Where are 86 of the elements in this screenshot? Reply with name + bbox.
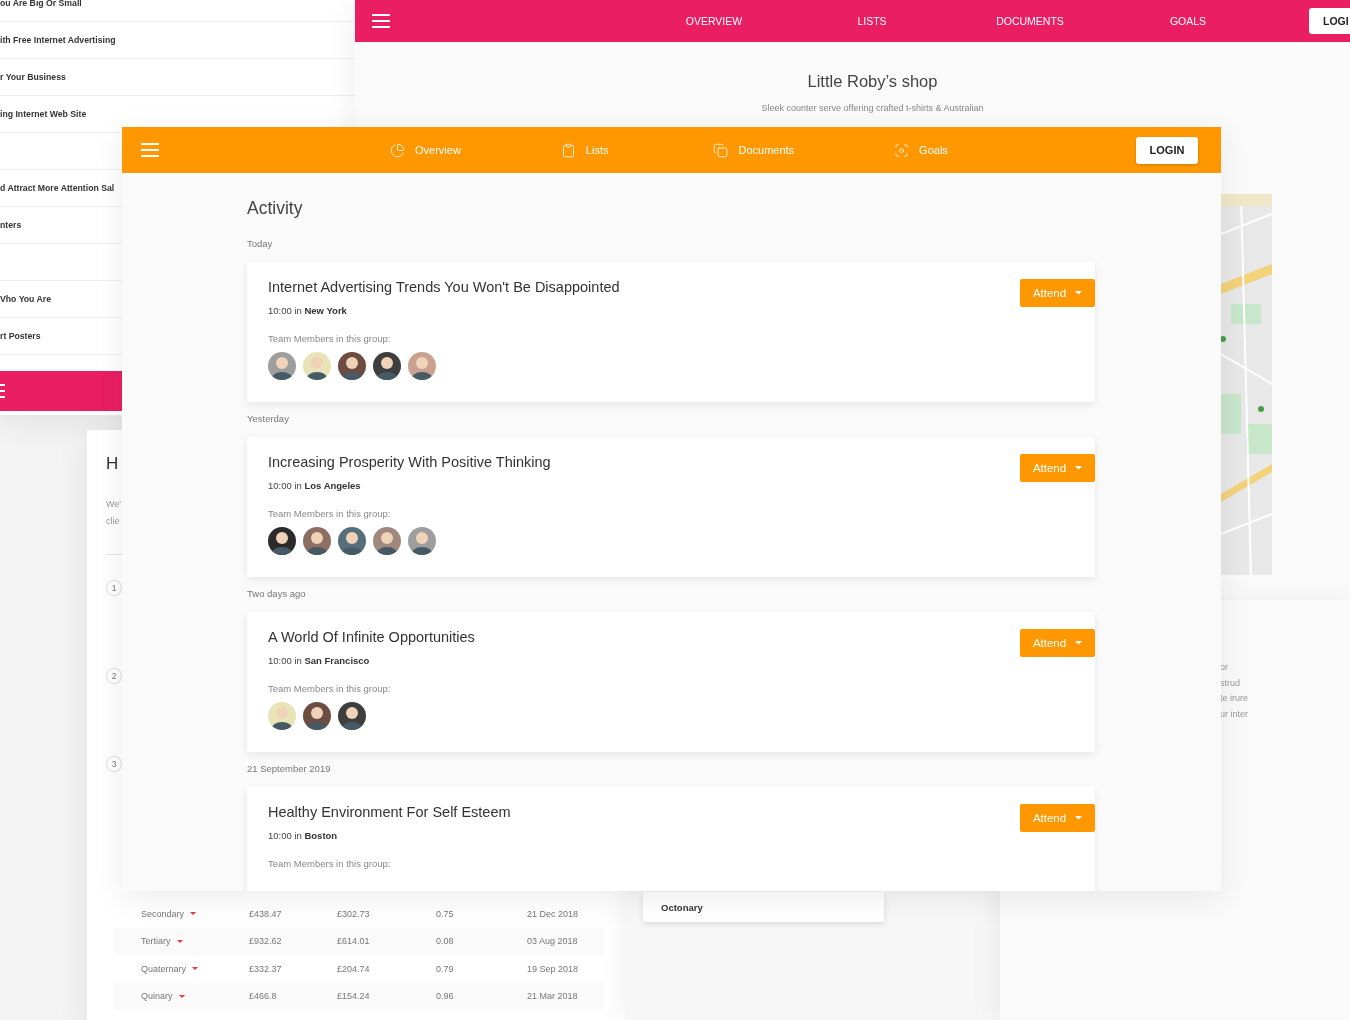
pie-chart-icon xyxy=(390,142,405,158)
description-text: We' xyxy=(106,498,122,511)
login-button[interactable]: LOGI xyxy=(1309,8,1350,34)
table-cell-text: £154.24 xyxy=(337,991,371,1002)
avatar xyxy=(338,702,366,730)
table-cell-text: £614.01 xyxy=(337,936,371,947)
event-title: Internet Advertising Trends You Won't Be Disappointed xyxy=(268,279,620,295)
menu-icon[interactable] xyxy=(0,384,5,398)
table-cell-text: £204.74 xyxy=(337,963,371,974)
paragraph-line: ur inter xyxy=(1220,708,1249,722)
focus-icon xyxy=(894,142,910,158)
table-cell: Quinary xyxy=(141,991,249,1002)
caret-icon xyxy=(176,939,183,943)
list-item[interactable]: d Attract More Attention Sal xyxy=(0,183,115,193)
table-cell-text: £332.37 xyxy=(249,963,283,974)
avatar xyxy=(268,352,296,380)
avatar xyxy=(373,352,401,380)
caret-icon xyxy=(178,994,185,998)
avatar xyxy=(338,352,366,380)
event-title: Increasing Prosperity With Positive Thinking xyxy=(268,454,551,470)
event-time: 10:00 in Los Angeles xyxy=(268,480,362,491)
avatar xyxy=(303,527,331,555)
event-time: 10:00 in New York xyxy=(268,305,348,316)
event-title: Healthy Environment For Self Esteem xyxy=(268,804,511,820)
nav-link[interactable]: OVERVIEW xyxy=(635,15,793,27)
nav-link[interactable]: DOCUMENTS xyxy=(951,15,1109,27)
date-label: Today xyxy=(247,238,274,249)
table-cell-text: 21 Mar 2018 xyxy=(527,991,579,1002)
caret-icon xyxy=(192,967,199,971)
list-item[interactable]: ith Free Internet Advertising xyxy=(0,35,116,45)
event-title: A World Of Infinite Opportunities xyxy=(268,629,475,645)
list-card[interactable]: Octonary xyxy=(643,892,884,922)
table-cell-text: 03 Aug 2018 xyxy=(527,936,579,947)
avatar xyxy=(268,527,296,555)
caret-icon xyxy=(1075,816,1083,820)
avatar xyxy=(408,352,436,380)
copy-icon xyxy=(713,142,729,158)
avatar xyxy=(338,527,366,555)
table-cell: Secondary xyxy=(141,908,249,919)
caret-icon xyxy=(190,912,197,916)
table-cell-text: 0.08 xyxy=(436,936,455,947)
list-item[interactable]: nters xyxy=(0,220,22,230)
shop-description: Sleek counter serve offering crafted t-shirts & Australian xyxy=(760,103,985,113)
table-cell: Tertiary xyxy=(141,936,249,947)
date-label: Two days ago xyxy=(247,588,307,599)
nav-link[interactable]: LISTS xyxy=(793,15,951,27)
avatar xyxy=(268,702,296,730)
table-cell: Quaternary xyxy=(141,963,249,974)
nav-link[interactable]: GOALS xyxy=(1109,15,1267,27)
table-cell-text: 21 Dec 2018 xyxy=(527,908,580,919)
caret-icon xyxy=(1075,641,1083,645)
avatar xyxy=(373,527,401,555)
event-time: 10:00 in San Francisco xyxy=(268,655,371,666)
menu-icon[interactable] xyxy=(372,14,390,28)
table-cell-text: £466.8 xyxy=(249,991,278,1002)
event-time: 10:00 in Boston xyxy=(268,830,339,841)
page-title: Activity xyxy=(247,198,304,219)
members-label: Team Members in this group: xyxy=(268,858,392,869)
list-item[interactable]: ou Are Big Or Small xyxy=(0,0,82,8)
avatar xyxy=(303,702,331,730)
members-label: Team Members in this group: xyxy=(268,508,392,519)
members-label: Team Members in this group: xyxy=(268,683,392,694)
shop-title: Little Roby’s shop xyxy=(806,72,939,91)
list-item[interactable]: r Your Business xyxy=(0,72,66,82)
date-label: 21 September 2019 xyxy=(247,763,332,774)
date-label: Yesterday xyxy=(247,413,290,424)
members-label: Team Members in this group: xyxy=(268,333,392,344)
avatar xyxy=(408,527,436,555)
login-button[interactable]: LOGIN xyxy=(1136,136,1198,164)
avatar xyxy=(303,352,331,380)
description-text: clie xyxy=(106,515,120,528)
table-cell-text: £932.62 xyxy=(249,936,283,947)
caret-icon xyxy=(1075,291,1083,295)
table-cell-text: £302.73 xyxy=(337,908,371,919)
table-cell-text: 0.79 xyxy=(436,963,455,974)
clipboard-icon xyxy=(560,142,576,158)
table-cell-text: 0.96 xyxy=(436,991,455,1002)
table-cell-text: 19 Sep 2018 xyxy=(527,963,580,974)
list-item[interactable]: rt Posters xyxy=(0,331,41,341)
section-title: H xyxy=(106,454,119,474)
list-item[interactable]: ing Internet Web Site xyxy=(0,109,87,119)
paragraph-line: strud xyxy=(1220,676,1241,690)
caret-icon xyxy=(1075,466,1083,470)
table-cell-text: £438.47 xyxy=(249,908,283,919)
list-item[interactable]: Vho You Are xyxy=(0,294,51,304)
table-cell-text: 0.75 xyxy=(436,908,455,919)
